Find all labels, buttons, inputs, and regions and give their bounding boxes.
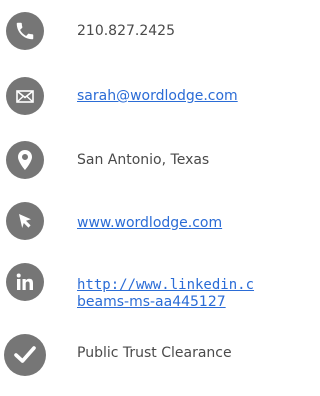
website-link[interactable]: www.wordlodge.com bbox=[77, 214, 222, 232]
map-pin-icon bbox=[6, 141, 44, 179]
linkedin-link-line2[interactable]: beams-ms-aa445127 bbox=[77, 294, 284, 311]
cursor-arrow-icon bbox=[6, 202, 44, 240]
email-link[interactable]: sarah@wordlodge.com bbox=[77, 87, 238, 105]
phone-number: 210.827.2425 bbox=[77, 23, 175, 39]
clearance-text: Public Trust Clearance bbox=[77, 345, 232, 361]
envelope-icon bbox=[6, 77, 44, 115]
linkedin-link[interactable]: http://www.linkedin.c beams-ms-aa445127 bbox=[77, 277, 284, 311]
linkedin-icon bbox=[6, 263, 44, 301]
checkmark-icon bbox=[4, 334, 46, 376]
location-text: San Antonio, Texas bbox=[77, 152, 210, 168]
phone-icon bbox=[6, 12, 44, 50]
linkedin-link-line1[interactable]: http://www.linkedin.c bbox=[77, 277, 284, 294]
